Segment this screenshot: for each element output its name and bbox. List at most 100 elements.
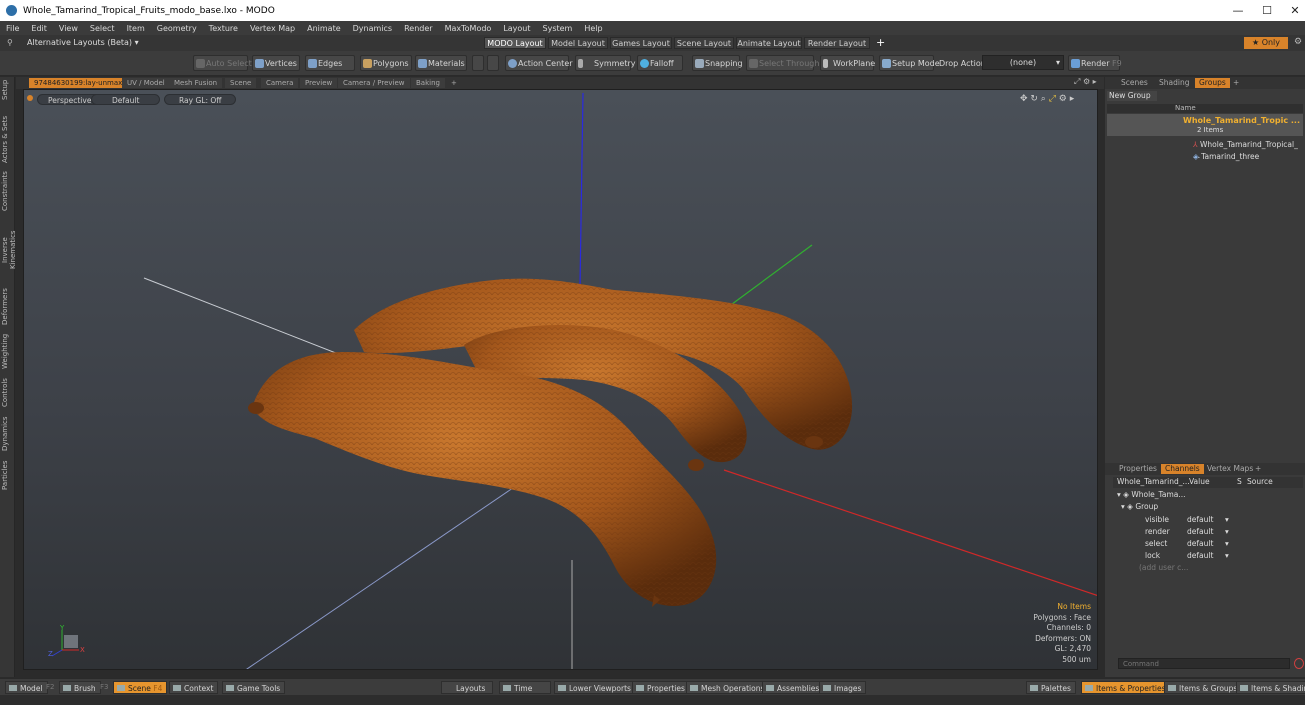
add-panel-tab[interactable]: + <box>1229 78 1243 88</box>
layouts-button[interactable]: Layouts <box>441 681 493 694</box>
new-group-button[interactable]: New Group <box>1107 91 1157 101</box>
vertices-button[interactable]: Vertices <box>252 55 300 71</box>
items-shading-button[interactable]: Items & Shading <box>1236 681 1305 694</box>
chevron-down-icon[interactable]: ▾ <box>1225 514 1229 526</box>
side-tab-controls[interactable]: Controls <box>1 375 14 411</box>
palettes-button[interactable]: Palettes <box>1026 681 1076 694</box>
side-tab-inverse-kinematics[interactable]: Inverse Kinematics <box>1 217 17 283</box>
side-tab-deformers[interactable]: Deformers <box>1 287 14 327</box>
add-panel-tab[interactable]: + <box>1251 464 1265 474</box>
brush-button[interactable]: Brush <box>59 681 101 694</box>
menu-system[interactable]: System <box>537 24 579 33</box>
tab-scene-layout[interactable]: Scene Layout <box>674 37 734 49</box>
side-tab-weighting[interactable]: Weighting <box>1 331 14 371</box>
snapping-button[interactable]: Snapping <box>692 55 743 71</box>
viewport-options-icon[interactable]: ⤢ ⚙ ▸ <box>1074 77 1097 87</box>
side-tab-setup[interactable]: Setup <box>1 79 14 101</box>
tamarind-model[interactable] <box>248 278 853 607</box>
setup-mode-button[interactable]: Setup Mode <box>879 55 940 71</box>
menu-edit[interactable]: Edit <box>25 24 53 33</box>
tab-lay-unmax[interactable]: 97484630199:lay-unmax <box>29 78 128 88</box>
drop-action-select[interactable]: (none) ▾ <box>982 55 1064 70</box>
lower-viewports-button[interactable]: Lower Viewports <box>554 681 636 694</box>
tab-scenes[interactable]: Scenes <box>1117 78 1152 88</box>
tab-animate-layout[interactable]: Animate Layout <box>736 37 802 49</box>
workplane-button[interactable]: WorkPlane <box>820 55 875 71</box>
tab-render-layout[interactable]: Render Layout <box>804 37 870 49</box>
menu-file[interactable]: File <box>0 24 25 33</box>
tab-baking[interactable]: Baking <box>411 78 445 88</box>
falloff-button[interactable]: Falloff <box>637 55 683 71</box>
select-through-button[interactable]: Select Through <box>746 55 819 71</box>
tab-properties[interactable]: Properties <box>1115 464 1161 474</box>
close-button[interactable]: ✕ <box>1278 0 1305 21</box>
menu-help[interactable]: Help <box>578 24 608 33</box>
symmetry-button[interactable]: Symmetry <box>575 55 635 71</box>
tab-vertex-maps[interactable]: Vertex Maps <box>1203 464 1257 474</box>
channel-render-value[interactable]: default <box>1187 526 1213 538</box>
add-layout-icon[interactable]: + <box>876 36 885 49</box>
menu-dynamics[interactable]: Dynamics <box>347 24 398 33</box>
time-button[interactable]: Time <box>499 681 551 694</box>
auto-select-button[interactable]: Auto Select <box>193 55 252 71</box>
items-groups-button[interactable]: Items & Groups <box>1164 681 1243 694</box>
alternative-layouts-dropdown[interactable]: Alternative Layouts (Beta) ▾ <box>27 38 139 47</box>
channel-lock-value[interactable]: default <box>1187 550 1213 562</box>
menu-animate[interactable]: Animate <box>301 24 347 33</box>
tab-modo-layout[interactable]: MODO Layout <box>484 37 546 49</box>
snap-toggle-2-icon[interactable] <box>487 55 499 71</box>
tab-scene[interactable]: Scene <box>225 78 257 88</box>
menu-texture[interactable]: Texture <box>203 24 244 33</box>
menu-render[interactable]: Render <box>398 24 438 33</box>
menu-vertex-map[interactable]: Vertex Map <box>244 24 301 33</box>
game-tools-button[interactable]: Game Tools <box>222 681 286 694</box>
tab-preview[interactable]: Preview <box>300 78 338 88</box>
assemblies-button[interactable]: Assemblies <box>762 681 825 694</box>
add-tab-button[interactable]: + <box>446 78 462 88</box>
items-properties-button[interactable]: Items & Properties <box>1081 681 1171 694</box>
model-button[interactable]: Model <box>5 681 48 694</box>
tab-channels[interactable]: Channels <box>1161 464 1204 474</box>
pin-icon[interactable]: ⚲ <box>7 38 13 47</box>
mesh-operations-button[interactable]: Mesh Operations <box>686 681 770 694</box>
tab-groups[interactable]: Groups <box>1195 78 1230 88</box>
menu-layout[interactable]: Layout <box>497 24 536 33</box>
tab-shading[interactable]: Shading <box>1155 78 1193 88</box>
render-button[interactable]: Render F9 <box>1068 55 1122 71</box>
side-tab-actors-sets[interactable]: Actors & Sets <box>1 115 14 163</box>
channel-visible-value[interactable]: default <box>1187 514 1213 526</box>
tab-mesh-fusion[interactable]: Mesh Fusion <box>169 78 223 88</box>
group-row[interactable]: Whole_Tamarind_Tropic ... 2 Items <box>1107 114 1303 136</box>
menu-item[interactable]: Item <box>121 24 151 33</box>
tab-model-layout[interactable]: Model Layout <box>548 37 608 49</box>
snap-toggle-1-icon[interactable] <box>472 55 484 71</box>
tab-games-layout[interactable]: Games Layout <box>610 37 672 49</box>
menu-maxtomodo[interactable]: MaxToModo <box>439 24 498 33</box>
chevron-down-icon[interactable]: ▾ <box>1225 550 1229 562</box>
chevron-down-icon[interactable]: ▾ <box>1225 526 1229 538</box>
materials-button[interactable]: Materials <box>415 55 467 71</box>
edges-button[interactable]: Edges <box>305 55 355 71</box>
channels-group-row[interactable]: ▾ ◈ Group <box>1121 501 1158 513</box>
3d-viewport[interactable]: Perspective Default Ray GL: Off ✥ ↻ ⌕ ⤢ … <box>23 89 1098 670</box>
group-child-row[interactable]: ◈ Tamarind_three <box>1107 151 1302 162</box>
properties-button[interactable]: Properties <box>632 681 690 694</box>
gear-icon[interactable]: ⚙ <box>1294 37 1302 47</box>
menu-select[interactable]: Select <box>84 24 121 33</box>
only-toggle[interactable]: ★ Only <box>1244 37 1288 49</box>
channel-select-value[interactable]: default <box>1187 538 1213 550</box>
group-child-row[interactable]: ⅄ Whole_Tamarind_Tropical_ ... <box>1107 139 1302 160</box>
polygons-button[interactable]: Polygons <box>360 55 412 71</box>
tab-uv-model[interactable]: UV / Model <box>122 78 170 88</box>
command-input[interactable] <box>1118 658 1290 669</box>
side-tab-dynamics[interactable]: Dynamics <box>1 415 14 453</box>
add-user-channel[interactable]: (add user c... <box>1139 562 1188 574</box>
menu-view[interactable]: View <box>53 24 84 33</box>
context-button[interactable]: Context <box>169 681 219 694</box>
action-center-button[interactable]: Action Center <box>505 55 573 71</box>
chevron-down-icon[interactable]: ▾ <box>1225 538 1229 550</box>
side-tab-particles[interactable]: Particles <box>1 457 14 493</box>
images-button[interactable]: Images <box>819 681 867 694</box>
channels-root-row[interactable]: ▾ ◈ Whole_Tama... <box>1117 489 1186 501</box>
side-tab-constraints[interactable]: Constraints <box>1 169 14 213</box>
